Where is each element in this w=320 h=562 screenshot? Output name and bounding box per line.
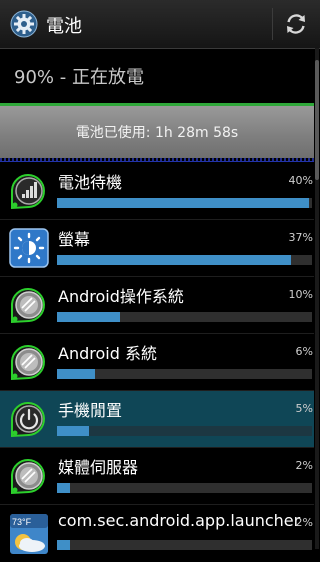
list-item[interactable]: 手機閒置 5% [0, 391, 314, 448]
title-divider [272, 8, 273, 40]
usage-item-name: Android 系統 [58, 344, 157, 363]
refresh-icon[interactable] [282, 10, 310, 38]
battery-history-graph[interactable]: 電池已使用: 1h 28m 58s [0, 103, 314, 158]
usage-item-percent: 5% [295, 402, 313, 415]
usage-bar-track [57, 255, 312, 265]
usage-bar-track [57, 198, 312, 208]
signal-icon [11, 174, 45, 210]
battery-level-line [0, 103, 314, 106]
usage-item-name: 媒體伺服器 [58, 458, 139, 477]
usage-item-name: com.sec.android.app.launcher [58, 511, 301, 530]
android-icon [11, 288, 45, 324]
usage-item-percent: 10% [288, 288, 313, 301]
usage-bar-track [57, 312, 312, 322]
usage-item-name: 電池待機 [58, 173, 123, 192]
usage-bar-fill [57, 369, 95, 379]
list-item[interactable]: 73°F com.sec.android.app.launcher 2% [0, 505, 314, 562]
list-item[interactable]: 電池待機 40% [0, 163, 314, 220]
brightness-icon [9, 228, 49, 268]
usage-item-name: 螢幕 [58, 230, 91, 249]
title-bar: 電池 [0, 0, 320, 49]
usage-bar-fill [57, 198, 310, 208]
usage-bar-track [57, 426, 312, 436]
android-icon [11, 459, 45, 495]
page-title: 電池 [46, 16, 82, 37]
usage-item-name: Android操作系統 [58, 287, 184, 306]
usage-item-percent: 40% [288, 174, 313, 187]
usage-item-percent: 2% [295, 516, 313, 529]
list-item[interactable]: Android操作系統 10% [0, 277, 314, 334]
usage-item-percent: 6% [295, 345, 313, 358]
battery-used-time: 電池已使用: 1h 28m 58s [75, 125, 239, 141]
usage-bar-fill [57, 255, 291, 265]
launcher-temp-text: 73°F [12, 517, 32, 527]
launcher-icon: 73°F [10, 514, 48, 554]
usage-item-percent: 37% [288, 231, 313, 244]
list-item[interactable]: Android 系統 6% [0, 334, 314, 391]
graph-divider [0, 161, 314, 162]
usage-bar-track [57, 369, 312, 379]
power-icon [11, 402, 45, 438]
list-item[interactable]: 螢幕 37% [0, 220, 314, 277]
usage-bar-fill [57, 483, 70, 493]
gear-icon[interactable] [10, 10, 38, 38]
usage-bar-fill [57, 426, 89, 436]
battery-usage-list: 電池待機 40% 螢幕 37% Android操作系統 10% Android … [0, 163, 320, 554]
usage-item-name: 手機閒置 [58, 401, 123, 420]
usage-item-percent: 2% [295, 459, 313, 472]
android-icon [11, 345, 45, 381]
list-item[interactable]: 媒體伺服器 2% [0, 448, 314, 505]
usage-bar-fill [57, 312, 121, 322]
usage-bar-track [57, 483, 312, 493]
scrollbar-thumb[interactable] [315, 60, 319, 180]
battery-summary: 90% - 正在放電 [0, 49, 320, 103]
battery-status-text: 90% - 正在放電 [14, 67, 144, 88]
